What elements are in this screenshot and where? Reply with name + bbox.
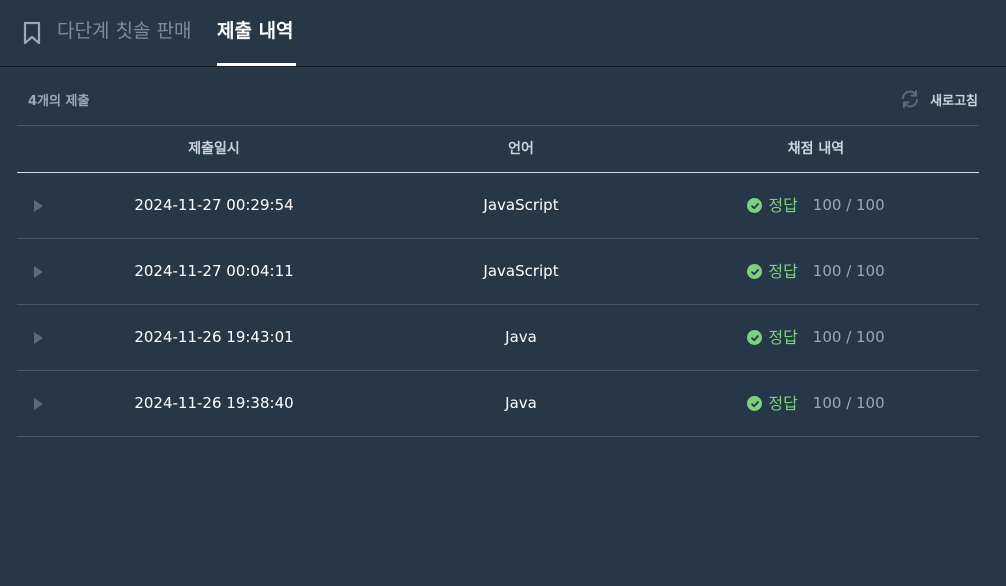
check-circle-icon	[747, 198, 763, 213]
submission-language: JavaScript	[483, 262, 559, 280]
refresh-icon	[902, 90, 919, 108]
table-header: 제출일시 언어 채점 내역	[17, 125, 979, 173]
submission-date: 2024-11-27 00:04:11	[134, 262, 294, 280]
submission-result: 정답 100 / 100	[653, 239, 979, 304]
score-label: 100 / 100	[812, 262, 885, 280]
refresh-label: 새로고침	[930, 93, 978, 109]
score-label: 100 / 100	[812, 328, 885, 346]
submission-date: 2024-11-26 19:38:40	[134, 394, 294, 412]
active-tab-indicator	[217, 63, 296, 66]
verdict-label: 정답	[768, 262, 798, 281]
verdict-label: 정답	[768, 394, 798, 413]
score-label: 100 / 100	[812, 196, 885, 214]
table-row[interactable]: 2024-11-27 00:04:11 JavaScript 정답 100 / …	[17, 239, 979, 305]
column-header-result: 채점 내역	[787, 141, 845, 157]
check-circle-icon	[747, 330, 763, 345]
column-header-date: 제출일시	[188, 141, 240, 157]
submission-result: 정답 100 / 100	[653, 371, 979, 436]
submission-result: 정답 100 / 100	[653, 173, 979, 238]
score-label: 100 / 100	[812, 394, 885, 412]
check-circle-icon	[747, 264, 763, 279]
verdict-label: 정답	[768, 196, 798, 215]
verdict-label: 정답	[768, 328, 798, 347]
refresh-button[interactable]: 새로고침	[899, 88, 978, 110]
bookmark-icon[interactable]	[22, 21, 42, 45]
table-row[interactable]: 2024-11-27 00:29:54 JavaScript 정답 100 / …	[17, 173, 979, 239]
submission-language: JavaScript	[483, 196, 559, 214]
tab-bar: 다단계 칫솔 판매 제출 내역	[0, 0, 1006, 67]
submission-count: 4개의 제출	[28, 94, 90, 109]
column-header-language: 언어	[508, 141, 534, 157]
tab-submissions[interactable]: 제출 내역	[217, 18, 294, 44]
table-row[interactable]: 2024-11-26 19:38:40 Java 정답 100 / 100	[17, 371, 979, 437]
submission-language: Java	[505, 394, 537, 412]
submissions-table: 제출일시 언어 채점 내역 2024-11-27 00:29:54 JavaSc…	[17, 125, 979, 437]
submission-date: 2024-11-27 00:29:54	[134, 196, 294, 214]
table-row[interactable]: 2024-11-26 19:43:01 Java 정답 100 / 100	[17, 305, 979, 371]
submission-result: 정답 100 / 100	[653, 305, 979, 370]
check-circle-icon	[747, 396, 763, 411]
submission-date: 2024-11-26 19:43:01	[134, 328, 294, 346]
submission-language: Java	[505, 328, 537, 346]
tab-problem[interactable]: 다단계 칫솔 판매	[57, 18, 191, 44]
